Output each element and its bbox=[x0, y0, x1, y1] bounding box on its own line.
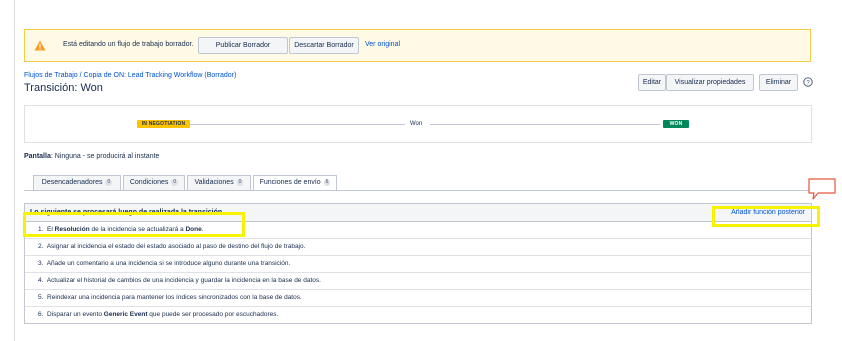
table-row: 4. Actualizar el historial de cambios de… bbox=[25, 273, 811, 290]
edit-button[interactable]: Editar bbox=[638, 74, 666, 91]
table-row: 3. Añade un comentario a una incidencia … bbox=[25, 256, 811, 273]
tab-validators[interactable]: Validaciones 0 bbox=[187, 175, 251, 190]
publish-draft-button[interactable]: Publicar Borrador bbox=[198, 37, 288, 54]
tab-label: Condiciones bbox=[129, 179, 169, 186]
from-status-lozenge: IN NEGOTIATION bbox=[137, 120, 190, 128]
table-row: 5. Reindexar una incidencia para mantene… bbox=[25, 290, 811, 307]
row-number: 5. bbox=[38, 294, 44, 301]
breadcrumb[interactable]: Flujos de Trabajo / Copia de ON: Lead Tr… bbox=[24, 72, 236, 79]
tab-post-functions[interactable]: Funciones de envío 6 bbox=[253, 175, 337, 191]
tab-conditions[interactable]: Condiciones 0 bbox=[123, 175, 185, 190]
tab-label: Desencadenadores bbox=[41, 179, 103, 186]
help-icon[interactable]: ? bbox=[803, 77, 813, 87]
tab-count-badge: 0 bbox=[236, 178, 244, 186]
discard-draft-button[interactable]: Descartar Borrador bbox=[289, 37, 359, 54]
tab-label: Validaciones bbox=[194, 179, 234, 186]
page-title: Transición: Won bbox=[24, 82, 103, 94]
warning-icon bbox=[34, 40, 46, 51]
tab-label: Funciones de envío bbox=[259, 179, 321, 186]
tab-count-badge: 6 bbox=[323, 178, 331, 186]
tabs-divider bbox=[24, 190, 812, 191]
screen-value: : Ninguna - se producirá al instante bbox=[50, 153, 160, 160]
tab-triggers[interactable]: Desencadenadores 0 bbox=[33, 175, 121, 190]
row-text-part: Añade un comentario a una incidencia si … bbox=[46, 260, 291, 267]
row-number: 2. bbox=[38, 243, 44, 250]
row-text-part: Reindexar una incidencia para mantener l… bbox=[47, 294, 302, 301]
event-name: Generic Event bbox=[103, 311, 148, 318]
speech-bubble-icon bbox=[808, 178, 836, 200]
delete-button[interactable]: Eliminar bbox=[759, 74, 798, 91]
row-number: 4. bbox=[38, 277, 44, 284]
row-text-part: Asignar al incidencia el estado del esta… bbox=[46, 243, 306, 250]
screen-label: Pantalla bbox=[24, 153, 51, 160]
tab-count-badge: 0 bbox=[105, 178, 113, 186]
row-text: 4. Actualizar el historial de cambios de… bbox=[38, 277, 321, 284]
left-border bbox=[14, 0, 15, 341]
row-number: 3. bbox=[38, 260, 44, 267]
to-status-lozenge: WON bbox=[663, 120, 689, 128]
table-row: 2. Asignar al incidencia el estado del e… bbox=[25, 239, 811, 256]
transition-diagram: IN NEGOTIATION Won WON bbox=[24, 105, 812, 143]
row-text-part: Actualizar el historial de cambios de un… bbox=[46, 277, 321, 284]
row-text: 5. Reindexar una incidencia para mantene… bbox=[38, 294, 302, 301]
draft-warning-text: Está editando un flujo de trabajo borrad… bbox=[63, 41, 194, 48]
row-number: 6. bbox=[38, 311, 44, 318]
highlight-box-add-link bbox=[712, 206, 820, 227]
draft-warning-banner: Está editando un flujo de trabajo borrad… bbox=[24, 29, 811, 62]
highlight-box-first-row bbox=[23, 212, 245, 237]
flow-line-left bbox=[190, 124, 405, 125]
view-properties-button[interactable]: Visualizar propiedades bbox=[666, 74, 754, 91]
tab-count-badge: 0 bbox=[171, 178, 179, 186]
transition-name: Won bbox=[410, 121, 423, 127]
row-text-part: que puede ser procesado por escuchadores… bbox=[147, 311, 279, 318]
row-text: 3. Añade un comentario a una incidencia … bbox=[38, 260, 290, 267]
header-button-group: Editar Visualizar propiedades bbox=[638, 74, 754, 91]
screen-info: Pantalla: Ninguna - se producirá al inst… bbox=[24, 153, 159, 160]
row-text: 2. Asignar al incidencia el estado del e… bbox=[38, 243, 305, 250]
flow-line-right bbox=[430, 124, 660, 125]
row-text-part: Disparar un evento bbox=[47, 311, 104, 318]
table-row: 6. Disparar un evento Generic Event que … bbox=[25, 307, 811, 323]
row-text: 6. Disparar un evento Generic Event que … bbox=[38, 311, 278, 318]
view-original-link[interactable]: Ver original bbox=[365, 41, 400, 48]
